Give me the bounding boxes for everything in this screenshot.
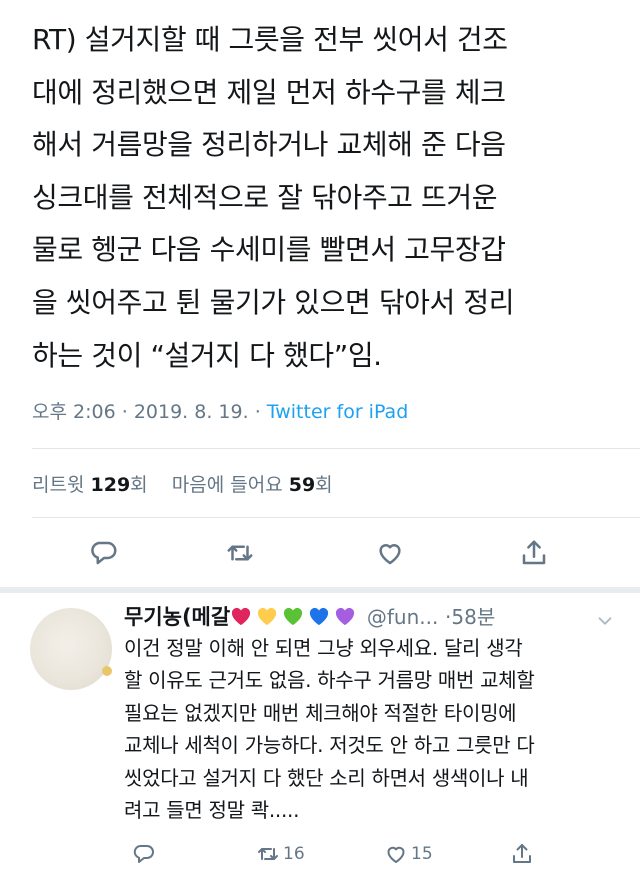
reply-body: 이건 정말 이해 안 되면 그냥 외우세요. 달리 생각 할 이유도 근거도 없… <box>124 632 624 826</box>
blue-heart-icon <box>310 607 329 626</box>
retweets-label: 리트윗 <box>32 474 85 496</box>
avatar[interactable] <box>30 608 112 690</box>
yellow-heart-icon <box>258 607 277 626</box>
reply-retweet-button[interactable]: 16 <box>256 840 305 868</box>
reply-time: 58분 <box>451 605 496 629</box>
chevron-down-icon <box>598 617 612 625</box>
retweet-icon <box>227 545 253 561</box>
reply-header: 무기농(메갈 @fun... ·58분 <box>124 602 495 632</box>
likes-label: 마음에 들어요 <box>171 474 283 496</box>
tweet-line: 해서 거름망을 정리하거나 교체해 준 다음 <box>32 128 506 162</box>
retweets-count: 129 <box>90 474 131 496</box>
like-button[interactable] <box>372 535 408 571</box>
reply-icon <box>133 845 154 863</box>
retweets-unit: 회 <box>130 474 148 496</box>
meta-separator: · <box>121 401 128 423</box>
tweet-actions <box>0 535 640 571</box>
red-heart-icon <box>232 607 251 626</box>
tweet-date: 2019. 8. 19. <box>133 401 249 423</box>
share-button[interactable] <box>516 535 552 571</box>
reply-line: 려고 들면 정말 콱..... <box>124 798 300 823</box>
tweet-line: 물로 헹군 다음 수세미를 빨면서 고무장갑 <box>32 233 506 267</box>
meta-separator: · <box>254 401 261 423</box>
likes-count: 59 <box>288 474 316 496</box>
tweet-source-link[interactable]: Twitter for iPad <box>267 401 408 423</box>
likes-unit: 회 <box>315 474 333 496</box>
tweet-line: 대에 정리했으면 제일 먼저 하수구를 체크 <box>32 75 506 109</box>
tweet-body: RT) 설거지할 때 그릇을 전부 씻어서 건조 대에 정리했으면 제일 먼저 … <box>32 14 612 382</box>
tweet-line: 을 씻어주고 튄 물기가 있으면 닦아서 정리 <box>32 285 515 319</box>
tweet-time: 오후 2:06 <box>32 401 116 423</box>
retweet-button[interactable] <box>222 535 258 571</box>
reply-retweet-count: 16 <box>283 844 305 864</box>
reply-line: 필요는 없겠지만 매번 체크해야 적절한 타이밍에 <box>124 700 517 725</box>
heart-icon <box>387 846 405 863</box>
reply-reply-button[interactable] <box>132 840 156 868</box>
heart-icon <box>379 544 401 565</box>
share-icon <box>513 844 531 863</box>
section-separator <box>0 587 640 593</box>
reply-line: 이건 정말 이해 안 되면 그냥 외우세요. 달리 생각 <box>124 636 523 660</box>
tweet-meta: 오후 2:06 · 2019. 8. 19. · Twitter for iPa… <box>32 397 408 424</box>
tweet-line: 싱크대를 전체적으로 잘 닦아주고 뜨거운 <box>32 180 498 214</box>
reply-button[interactable] <box>86 535 122 571</box>
reply-share-button[interactable] <box>510 840 534 868</box>
reply-author-name[interactable]: 무기농(메갈 <box>124 605 230 629</box>
divider <box>32 517 640 518</box>
tweet-line: RT) 설거지할 때 그릇을 전부 씻어서 건조 <box>32 23 508 56</box>
divider <box>32 448 640 449</box>
reply-like-count: 15 <box>411 844 433 864</box>
reply-handle[interactable]: @fun... <box>367 605 438 629</box>
purple-heart-icon <box>336 607 355 626</box>
tweet-stats[interactable]: 리트윗 129회 마음에 들어요 59회 <box>32 470 333 497</box>
reply-like-button[interactable]: 15 <box>384 840 433 868</box>
reply-actions: 16 15 <box>0 840 640 868</box>
reply-icon <box>91 541 117 565</box>
green-heart-icon <box>284 607 303 626</box>
tweet-line: 하는 것이 “설거지 다 했다”임. <box>32 338 382 372</box>
reply-line: 할 이유도 근거도 없음. 하수구 거름망 매번 교체할 <box>124 668 535 693</box>
reply-line: 씻었다고 설거지 다 했단 소리 하면서 생색이나 내 <box>124 765 529 790</box>
share-icon <box>522 540 546 565</box>
retweet-icon <box>258 848 278 860</box>
reply-line: 교체나 세척이 가능하다. 저것도 안 하고 그릇만 다 <box>124 733 535 758</box>
